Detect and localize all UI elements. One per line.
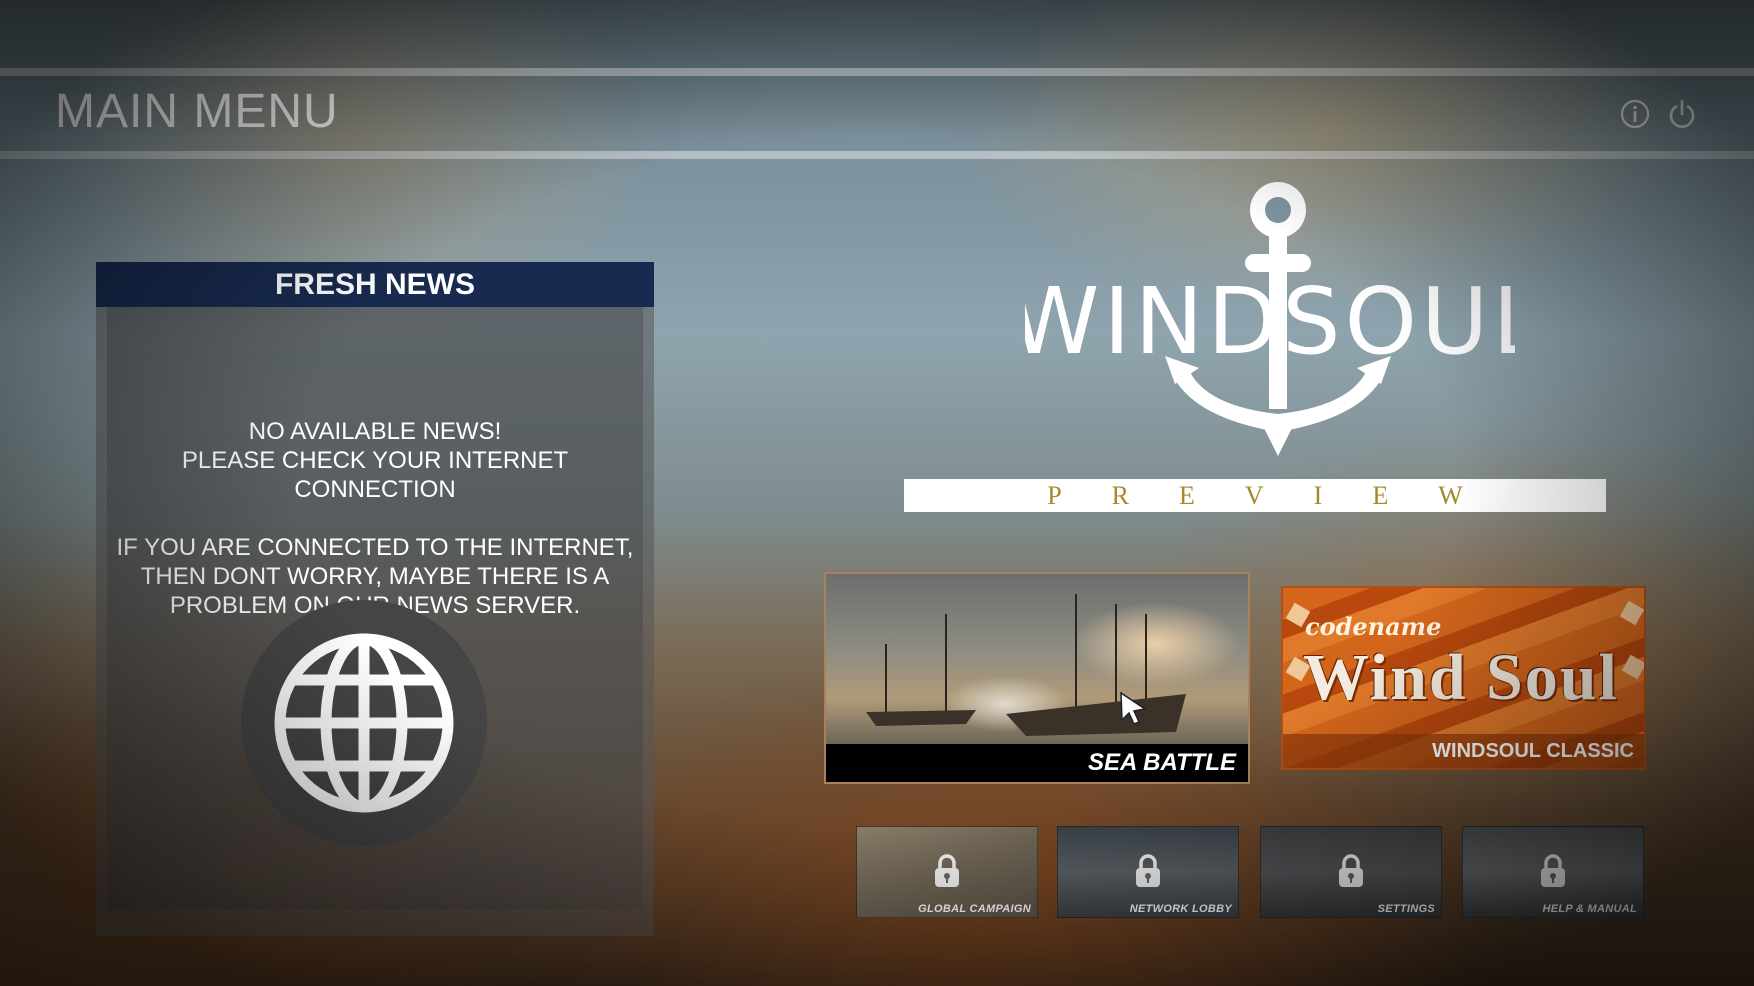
classic-codename: codename [1305,612,1442,641]
preview-banner: PREVIEW [904,479,1606,512]
network-lobby-tile[interactable]: NETWORK LOBBY [1057,826,1239,918]
info-icon[interactable] [1619,98,1651,130]
tile-label: NETWORK LOBBY [1129,903,1232,915]
sea-battle-label: SEA BATTLE [1088,749,1236,776]
header-bottom-line [0,151,1754,159]
news-line: NO AVAILABLE NEWS! [248,418,502,445]
lock-icon [935,854,959,887]
news-line: THEN DONT WORRY, MAYBE THERE IS A [140,563,610,590]
hex-decoration [1621,654,1644,680]
sea-battle-painting [866,594,1186,736]
tile-label: GLOBAL CAMPAIGN [918,903,1031,915]
classic-wordmark: Wind Soul [1303,641,1619,714]
lock-icon [1339,854,1363,887]
lock-icon [1541,854,1565,887]
news-line: IF YOU ARE CONNECTED TO THE INTERNET, [116,534,634,561]
logo-wordmark: WINDSOUL [1025,268,1515,375]
news-message: NO AVAILABLE NEWS! PLEASE CHECK YOUR INT… [107,417,643,620]
tile-label: HELP & MANUAL [1542,903,1637,915]
page-title: MAIN MENU [55,85,339,138]
lock-icon [1136,854,1160,887]
tile-label: SETTINGS [1377,903,1435,915]
windsoul-classic-button[interactable]: codename Wind Soul WINDSOUL CLASSIC [1281,586,1646,770]
news-title: FRESH NEWS [96,262,654,307]
mouse-cursor-icon [1120,691,1147,725]
header-top-line [0,68,1754,76]
news-line: PLEASE CHECK YOUR INTERNET CONNECTION [181,447,569,503]
sea-battle-button[interactable]: SEA BATTLE [824,572,1250,784]
preview-label: PREVIEW [1047,481,1513,510]
windsoul-logo: WINDSOUL [1008,178,1544,463]
classic-label: WINDSOUL CLASSIC [1432,740,1634,762]
globe-icon [241,600,487,846]
hex-decoration [1619,600,1644,626]
power-icon[interactable] [1666,98,1698,130]
help-manual-tile[interactable]: HELP & MANUAL [1462,826,1644,918]
settings-tile[interactable]: SETTINGS [1260,826,1442,918]
global-campaign-tile[interactable]: GLOBAL CAMPAIGN [856,826,1038,918]
